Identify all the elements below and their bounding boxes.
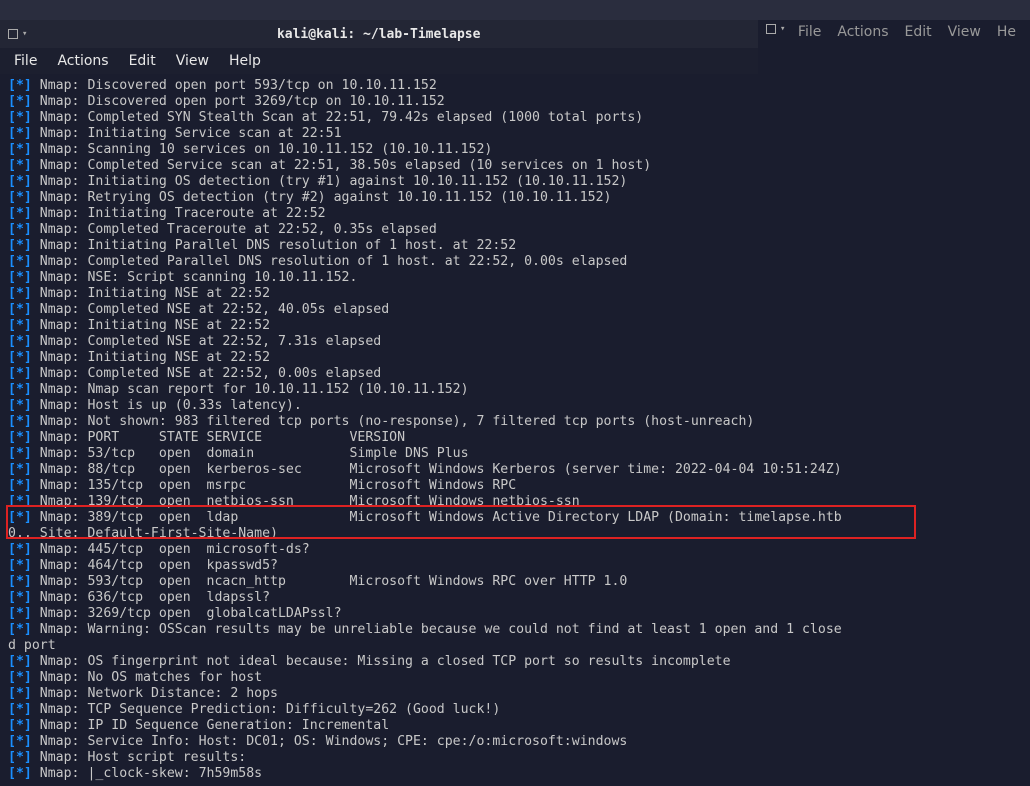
terminal-line: [*] Nmap: Network Distance: 2 hops: [8, 686, 1022, 702]
terminal-line: [*] Nmap: 139/tcp open netbios-ssn Micro…: [8, 494, 1022, 510]
terminal-menubar: File Actions Edit View Help: [0, 48, 758, 74]
terminal-line: [*] Nmap: 464/tcp open kpasswd5?: [8, 558, 1022, 574]
terminal-line: [*] Nmap: Warning: OSScan results may be…: [8, 622, 1022, 638]
terminal-line: [*] Nmap: Host script results:: [8, 750, 1022, 766]
terminal-line: [*] Nmap: |_clock-skew: 7h59m58s: [8, 766, 1022, 782]
menu-help[interactable]: Help: [229, 53, 261, 69]
background-titlebar-icons: ▾: [766, 24, 785, 34]
menu-file[interactable]: File: [14, 53, 37, 69]
terminal-line: [*] Nmap: No OS matches for host: [8, 670, 1022, 686]
window-title: kali@kali: ~/lab-Timelapse: [27, 27, 730, 42]
terminal-line: [*] Nmap: Initiating OS detection (try #…: [8, 174, 1022, 190]
terminal-line: [*] Nmap: Initiating NSE at 22:52: [8, 318, 1022, 334]
titlebar-icons: ▾: [8, 29, 27, 39]
terminal-line: [*] Nmap: Discovered open port 593/tcp o…: [8, 78, 1022, 94]
terminal-line: [*] Nmap: PORT STATE SERVICE VERSION: [8, 430, 1022, 446]
terminal-line: [*] Nmap: Completed NSE at 22:52, 40.05s…: [8, 302, 1022, 318]
terminal-line: [*] Nmap: Completed NSE at 22:52, 7.31s …: [8, 334, 1022, 350]
window-minimize-icon[interactable]: [8, 29, 18, 39]
terminal-line: [*] Nmap: 53/tcp open domain Simple DNS …: [8, 446, 1022, 462]
terminal-line: [*] Nmap: Scanning 10 services on 10.10.…: [8, 142, 1022, 158]
terminal-line: [*] Nmap: 389/tcp open ldap Microsoft Wi…: [8, 510, 1022, 526]
menu-view[interactable]: View: [176, 53, 209, 69]
terminal-line: [*] Nmap: Not shown: 983 filtered tcp po…: [8, 414, 1022, 430]
terminal-line: [*] Nmap: OS fingerprint not ideal becau…: [8, 654, 1022, 670]
terminal-output[interactable]: [*] Nmap: Discovered open port 593/tcp o…: [0, 74, 1030, 786]
window-titlebar: ▾ kali@kali: ~/lab-Timelapse: [0, 20, 758, 48]
menu-actions[interactable]: Actions: [57, 53, 108, 69]
terminal-line: [*] Nmap: Initiating NSE at 22:52: [8, 350, 1022, 366]
bg-menu-item[interactable]: Edit: [905, 24, 932, 40]
terminal-line: 0., Site: Default-First-Site-Name): [8, 526, 1022, 542]
bg-menu-item[interactable]: He: [997, 24, 1016, 40]
terminal-line: [*] Nmap: Initiating Traceroute at 22:52: [8, 206, 1022, 222]
terminal-line: [*] Nmap: IP ID Sequence Generation: Inc…: [8, 718, 1022, 734]
terminal-line: [*] Nmap: Completed Parallel DNS resolut…: [8, 254, 1022, 270]
bg-menu-item[interactable]: File: [798, 24, 821, 40]
terminal-line: [*] Nmap: Initiating Service scan at 22:…: [8, 126, 1022, 142]
terminal-line: [*] Nmap: 3269/tcp open globalcatLDAPssl…: [8, 606, 1022, 622]
bg-window-minimize-icon[interactable]: [766, 24, 776, 34]
terminal-line: [*] Nmap: Service Info: Host: DC01; OS: …: [8, 734, 1022, 750]
background-window-menubar: File Actions Edit View He: [784, 24, 1030, 40]
terminal-line: [*] Nmap: 636/tcp open ldapssl?: [8, 590, 1022, 606]
terminal-line: [*] Nmap: 445/tcp open microsoft-ds?: [8, 542, 1022, 558]
terminal-line: [*] Nmap: 593/tcp open ncacn_http Micros…: [8, 574, 1022, 590]
desktop-taskbar: [0, 0, 1030, 20]
bg-menu-item[interactable]: Actions: [837, 24, 888, 40]
terminal-line: [*] Nmap: 135/tcp open msrpc Microsoft W…: [8, 478, 1022, 494]
terminal-line: [*] Nmap: Completed NSE at 22:52, 0.00s …: [8, 366, 1022, 382]
terminal-line: d port: [8, 638, 1022, 654]
terminal-line: [*] Nmap: NSE: Script scanning 10.10.11.…: [8, 270, 1022, 286]
terminal-line: [*] Nmap: Initiating NSE at 22:52: [8, 286, 1022, 302]
terminal-line: [*] Nmap: Nmap scan report for 10.10.11.…: [8, 382, 1022, 398]
terminal-line: [*] Nmap: Completed Traceroute at 22:52,…: [8, 222, 1022, 238]
terminal-line: [*] Nmap: Completed SYN Stealth Scan at …: [8, 110, 1022, 126]
terminal-line: [*] Nmap: Retrying OS detection (try #2)…: [8, 190, 1022, 206]
bg-window-dropdown-icon[interactable]: ▾: [780, 24, 785, 34]
terminal-line: [*] Nmap: Host is up (0.33s latency).: [8, 398, 1022, 414]
terminal-line: [*] Nmap: Initiating Parallel DNS resolu…: [8, 238, 1022, 254]
menu-edit[interactable]: Edit: [129, 53, 156, 69]
terminal-line: [*] Nmap: Discovered open port 3269/tcp …: [8, 94, 1022, 110]
terminal-line: [*] Nmap: 88/tcp open kerberos-sec Micro…: [8, 462, 1022, 478]
terminal-line: [*] Nmap: Completed Service scan at 22:5…: [8, 158, 1022, 174]
terminal-line: [*] Nmap: TCP Sequence Prediction: Diffi…: [8, 702, 1022, 718]
bg-menu-item[interactable]: View: [948, 24, 981, 40]
